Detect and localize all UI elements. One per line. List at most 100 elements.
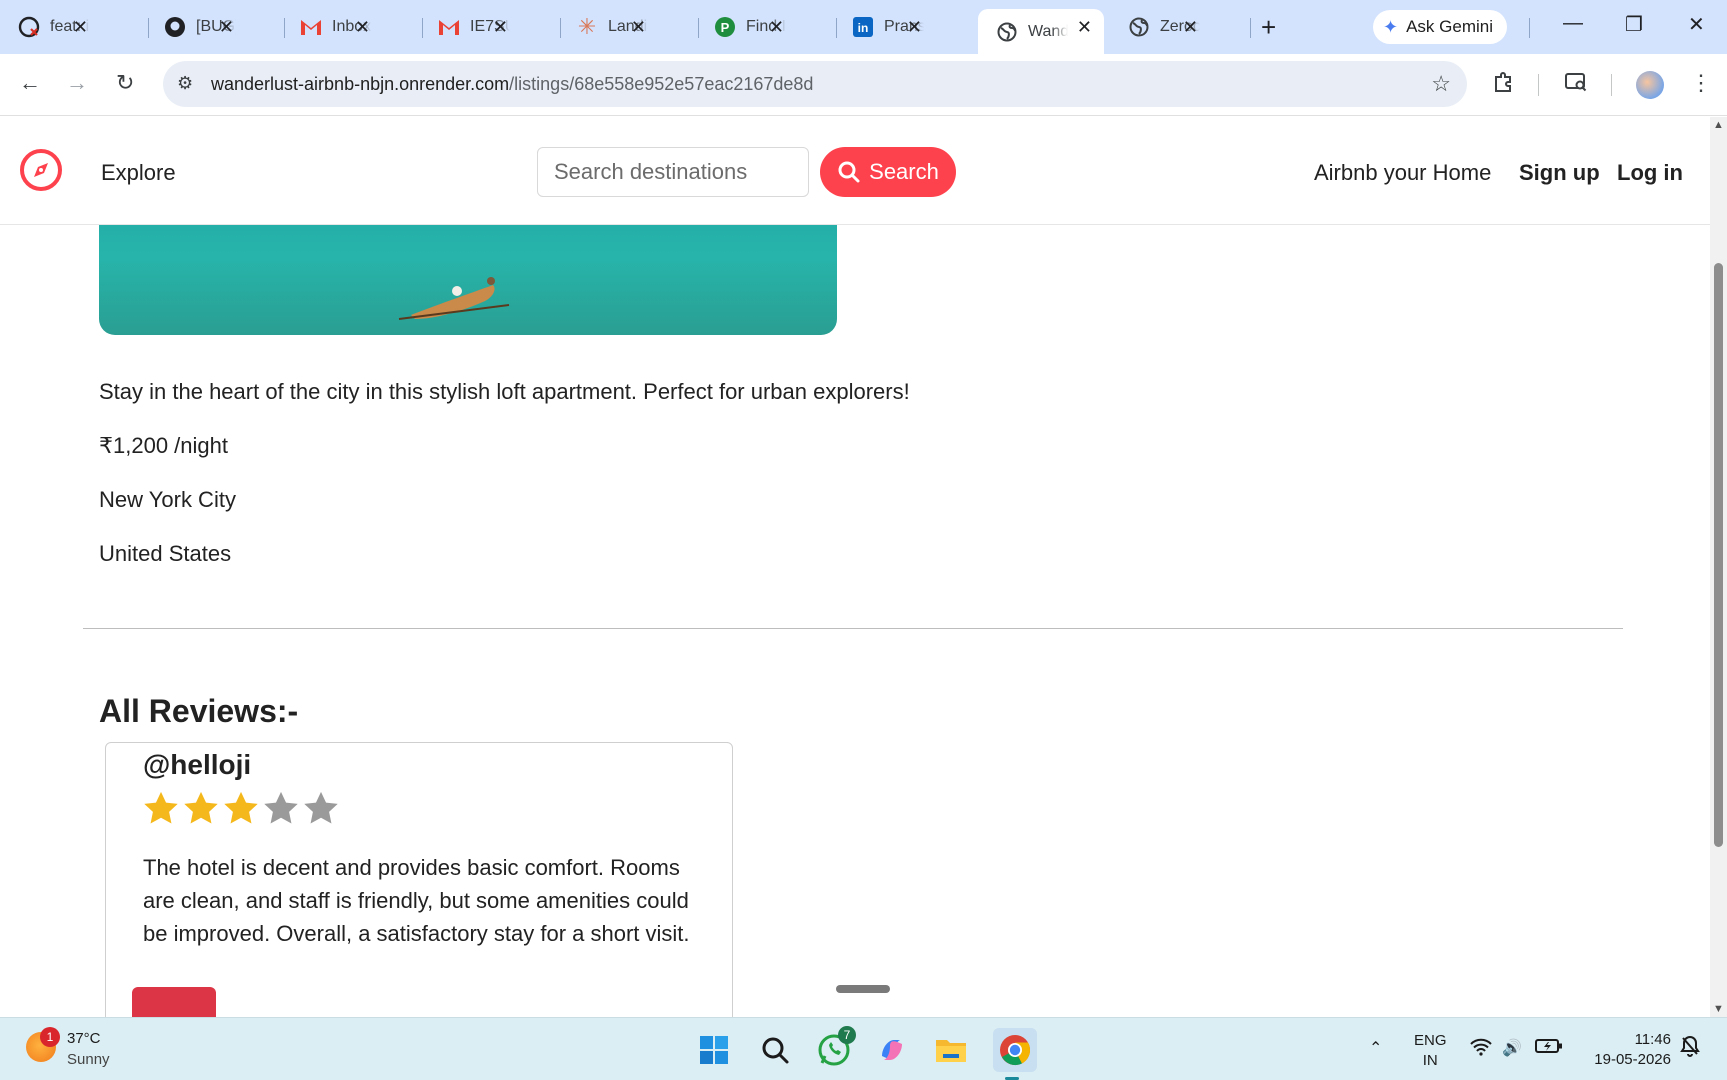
scrollbar-thumb[interactable] [1714, 263, 1723, 847]
review-author: @helloji [143, 749, 252, 780]
language-code: ENG [1414, 1032, 1447, 1049]
perplexity-icon: P [714, 16, 736, 38]
tab-8[interactable]: Zeroc ✕ [1110, 9, 1210, 45]
whatsapp-badge: 7 [838, 1026, 856, 1044]
page-scrollbar[interactable]: ▲ ▼ [1710, 117, 1727, 1017]
gemini-label: Ask Gemini [1406, 17, 1494, 36]
weather-badge: 1 [40, 1027, 60, 1047]
address-bar[interactable]: ⚙ wanderlust-airbnb-nbjn.onrender.com/li… [163, 61, 1467, 107]
listing-description: Stay in the heart of the city in this st… [99, 379, 910, 404]
close-tab-icon[interactable]: ✕ [219, 17, 234, 38]
reload-icon[interactable]: ↻ [116, 70, 134, 96]
more-menu-icon[interactable]: ⋮ [1690, 70, 1712, 96]
ask-gemini-button[interactable]: ✦ Ask Gemini [1373, 10, 1508, 44]
compass-logo-icon[interactable] [19, 148, 63, 192]
scroll-down-arrow-icon[interactable]: ▼ [1713, 1003, 1724, 1015]
close-tab-icon[interactable]: ✕ [769, 17, 784, 38]
tab-5[interactable]: P Find I ✕ [696, 9, 796, 45]
github-icon [164, 16, 186, 38]
tab-search-icon[interactable] [1564, 70, 1588, 100]
taskbar-search-icon[interactable] [757, 1032, 793, 1068]
toolbar-separator [1538, 74, 1539, 96]
tab-1[interactable]: [BUG] ✕ [146, 9, 246, 45]
linkedin-icon: in [852, 16, 874, 38]
restore-icon[interactable]: ❐ [1625, 12, 1643, 37]
bookmark-star-icon[interactable]: ☆ [1431, 71, 1451, 97]
battery-icon[interactable] [1535, 1038, 1563, 1059]
close-tab-icon[interactable]: ✕ [355, 17, 370, 38]
github-error-icon [18, 16, 40, 38]
star-filled-icon [184, 791, 218, 824]
star-empty-icon [304, 791, 338, 824]
file-explorer-icon[interactable] [933, 1032, 969, 1068]
whatsapp-icon[interactable]: 7 [816, 1026, 856, 1068]
minimize-icon[interactable]: — [1563, 12, 1583, 35]
search-button-label: Search [869, 159, 939, 184]
close-tab-icon[interactable]: ✕ [73, 17, 88, 38]
tab-4[interactable]: ✳ Landi ✕ [558, 9, 658, 45]
chrome-icon[interactable] [993, 1028, 1037, 1080]
extensions-puzzle-icon[interactable] [1492, 70, 1516, 100]
new-tab-icon[interactable]: + [1261, 12, 1276, 43]
url-path: /listings/68e558e952e57eac2167de8d [509, 74, 814, 94]
tab-6[interactable]: in Pransl ✕ [834, 9, 934, 45]
airbnb-your-home-link[interactable]: Airbnb your Home [1314, 160, 1491, 186]
system-clock[interactable]: 11:46 19-05-2026 [1585, 1030, 1671, 1070]
input-language[interactable]: ENG IN [1414, 1031, 1447, 1071]
close-tab-icon[interactable]: ✕ [1183, 17, 1198, 38]
toolbar-separator [1611, 74, 1612, 96]
scroll-up-arrow-icon[interactable]: ▲ [1713, 119, 1724, 131]
page-viewport: Explore Search Airbnb your Home Sign up … [0, 117, 1710, 1017]
review-comment: The hotel is decent and provides basic c… [143, 855, 690, 946]
search-input[interactable] [537, 147, 809, 197]
clock-date: 19-05-2026 [1594, 1051, 1671, 1068]
browser-tabstrip: feat: i ✕ [BUG] ✕ Inbox ✕ IE7SU ✕ ✳ Land… [0, 0, 1727, 54]
forward-arrow-icon[interactable]: → [66, 70, 88, 96]
gmail-icon [438, 16, 460, 38]
volume-icon[interactable]: 🔊 [1502, 1038, 1522, 1058]
drag-handle[interactable] [836, 985, 890, 993]
show-hidden-icons-chevron-icon[interactable]: ⌃ [1369, 1038, 1382, 1058]
section-divider [83, 628, 1623, 629]
tab-0[interactable]: feat: i ✕ [0, 9, 100, 45]
wifi-icon[interactable] [1470, 1038, 1492, 1061]
copilot-icon[interactable] [874, 1032, 910, 1068]
sign-up-link[interactable]: Sign up [1519, 160, 1600, 186]
url-text[interactable]: wanderlust-airbnb-nbjn.onrender.com/list… [211, 74, 813, 95]
svg-text:P: P [721, 20, 730, 35]
close-tab-icon[interactable]: ✕ [1077, 17, 1092, 38]
globe-icon [996, 21, 1018, 43]
tab-separator [1250, 18, 1251, 38]
tab-title: Wand [1028, 22, 1068, 40]
explore-link[interactable]: Explore [101, 160, 176, 186]
search-icon [838, 161, 860, 183]
site-info-icon[interactable]: ⚙ [177, 73, 193, 94]
clock-time: 11:46 [1634, 1031, 1671, 1048]
gmail-icon [300, 16, 322, 38]
close-tab-icon[interactable]: ✕ [493, 17, 508, 38]
close-window-icon[interactable]: ✕ [1688, 12, 1705, 37]
star-filled-icon [144, 791, 178, 824]
close-tab-icon[interactable]: ✕ [907, 17, 922, 38]
close-tab-icon[interactable]: ✕ [631, 17, 646, 38]
profile-avatar[interactable] [1636, 71, 1664, 99]
notifications-bell-icon[interactable] [1680, 1035, 1700, 1062]
windows-start-icon[interactable] [696, 1032, 732, 1068]
search-button[interactable]: Search [820, 147, 956, 197]
star-rating [142, 789, 342, 827]
claude-icon: ✳ [577, 14, 597, 39]
log-in-link[interactable]: Log in [1617, 160, 1683, 186]
review-card: @helloji The hotel is decent and provide… [105, 742, 733, 1017]
tab-7-active[interactable]: Wand ✕ [978, 9, 1104, 54]
tab-3[interactable]: IE7SU ✕ [420, 9, 520, 45]
gemini-sparkle-icon: ✦ [1383, 16, 1399, 37]
back-arrow-icon[interactable]: ← [19, 70, 41, 96]
star-empty-icon [264, 791, 298, 824]
weather-temperature: 37°C [67, 1030, 101, 1047]
listing-price: ₹1,200 /night [99, 433, 228, 458]
tab-2[interactable]: Inbox ✕ [282, 9, 382, 45]
delete-review-button[interactable] [132, 987, 216, 1017]
site-navbar: Explore Search Airbnb your Home Sign up … [0, 117, 1710, 225]
svg-text:in: in [858, 21, 869, 35]
url-host: wanderlust-airbnb-nbjn.onrender.com [211, 74, 510, 94]
